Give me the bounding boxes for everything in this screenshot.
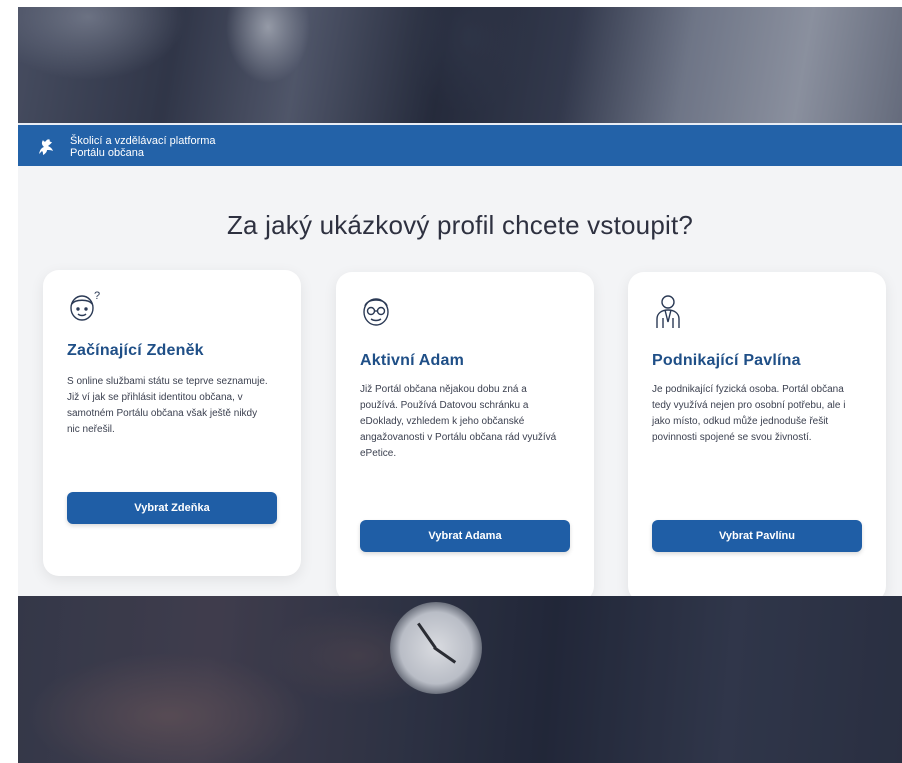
- brand-line-1: Školicí a vzdělávací platforma: [70, 134, 216, 147]
- beginner-user-icon: ?: [67, 288, 107, 328]
- brand-line-2: Portálu občana: [70, 146, 144, 159]
- site-header: Školicí a vzdělávací platforma Portálu o…: [18, 123, 902, 168]
- select-zdenek-button[interactable]: Vybrat Zdeňka: [67, 492, 277, 524]
- profile-card-adam: Aktivní Adam Již Portál občana nějakou d…: [336, 272, 594, 602]
- wristwatch-image: [390, 602, 482, 694]
- background-photo-top: [18, 7, 902, 123]
- background-photo-bottom: [18, 596, 902, 763]
- profile-selection-panel: Za jaký ukázkový profil chcete vstoupit?…: [18, 166, 902, 602]
- select-adam-button[interactable]: Vybrat Adama: [360, 520, 570, 552]
- platform-brand[interactable]: Školicí a vzdělávací platforma Portálu o…: [70, 135, 216, 159]
- profile-description: Je podnikající fyzická osoba. Portál obč…: [652, 384, 846, 443]
- svg-text:?: ?: [94, 290, 100, 302]
- business-user-icon: [652, 292, 692, 332]
- page: Školicí a vzdělávací platforma Portálu o…: [18, 7, 902, 763]
- profile-description: Již Portál občana nějakou dobu zná a pou…: [360, 384, 557, 459]
- profile-title: Začínající Zdeněk: [67, 342, 204, 359]
- active-user-icon: [360, 292, 400, 332]
- page-title: Za jaký ukázkový profil chcete vstoupit?: [226, 210, 694, 240]
- profile-card-zdenek: ? Začínající Zdeněk S online službami st…: [43, 270, 301, 576]
- profile-title: Podnikající Pavlína: [652, 352, 801, 369]
- profile-description: S online službami státu se teprve seznam…: [67, 376, 268, 435]
- profile-title: Aktivní Adam: [360, 352, 465, 369]
- select-pavlina-button[interactable]: Vybrat Pavlínu: [652, 520, 862, 552]
- lion-logo-icon[interactable]: [34, 135, 58, 159]
- profile-card-pavlina: Podnikající Pavlína Je podnikající fyzic…: [628, 272, 886, 602]
